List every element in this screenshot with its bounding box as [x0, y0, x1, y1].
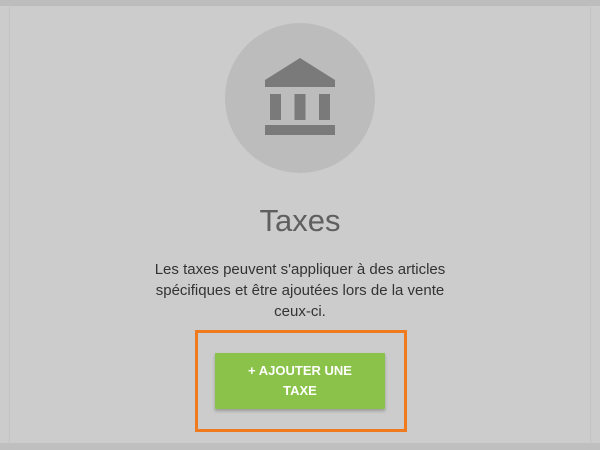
description-text: Les taxes peuvent s'appliquer à des arti… — [154, 261, 446, 320]
bottom-border — [0, 443, 600, 450]
bank-building-icon — [265, 58, 335, 135]
add-tax-button[interactable]: + AJOUTER UNE TAXE — [215, 353, 385, 409]
page-title: Taxes — [259, 203, 341, 238]
